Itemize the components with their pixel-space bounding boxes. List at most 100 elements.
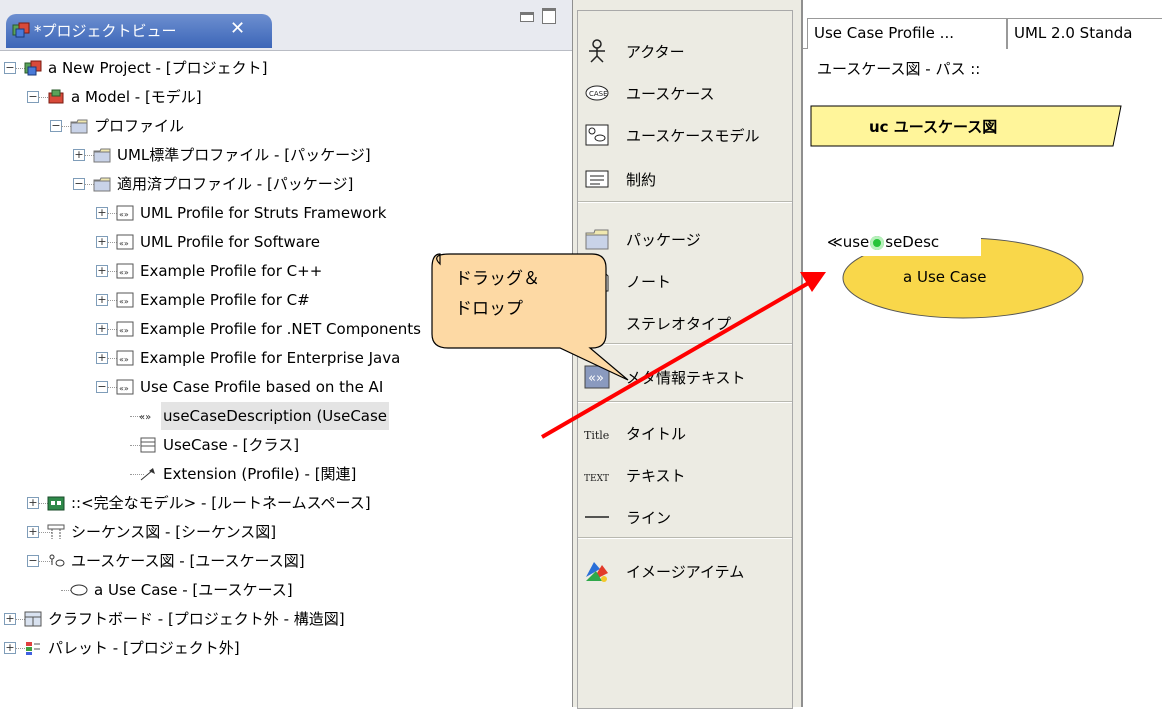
- palette-item-label: テキスト: [626, 467, 686, 485]
- palette-panel: アクター CASE ユースケースユースケースモデル 制約パッケージノート «» ステレオタ…: [573, 0, 802, 709]
- folder-icon: [93, 177, 111, 192]
- tree-node-label: useCaseDescription (UseCase: [161, 402, 390, 430]
- folder-icon: [93, 148, 111, 163]
- palette-item-label: アクター: [626, 43, 685, 61]
- minimize-icon[interactable]: [520, 12, 534, 22]
- tree-node-label: パレット - [プロジェクト外]: [48, 639, 240, 657]
- palette-item-package[interactable]: パッケージ: [578, 219, 788, 259]
- palette-item-label: ユースケースモデル: [626, 127, 760, 145]
- project-tree: − a New Project - [プロジェクト] − a Model - [モデル…: [0, 52, 572, 707]
- tab-use-case-profile[interactable]: Use Case Profile ...: [807, 18, 1007, 49]
- profile-icon: «»: [116, 263, 134, 279]
- palette-item-label: メタ情報テキスト: [626, 369, 746, 387]
- close-icon[interactable]: ✕: [230, 18, 245, 39]
- tree-node[interactable]: − a New Project - [プロジェクト]: [0, 54, 560, 82]
- svg-text:«»: «»: [119, 239, 129, 248]
- tree-node[interactable]: UseCase - [クラス]: [0, 431, 560, 459]
- tree-node[interactable]: − a Model - [モデル]: [0, 83, 560, 111]
- palette-item-image-item[interactable]: イメージアイテム: [578, 551, 788, 591]
- palette-item-label: 制約: [626, 171, 657, 189]
- palette-separator: [578, 401, 792, 403]
- usecase-model-icon: [585, 124, 609, 146]
- tree-node[interactable]: «» useCaseDescription (UseCase: [0, 402, 560, 430]
- note-icon: [586, 270, 609, 292]
- tab-uml-standard[interactable]: UML 2.0 Standa: [1007, 18, 1162, 49]
- tree-node-label: Example Profile for .NET Components: [140, 320, 421, 338]
- tree-node-label: a Use Case - [ユースケース]: [94, 581, 293, 599]
- palette-separator: [578, 537, 792, 539]
- model-icon: [48, 89, 64, 104]
- svg-text:«»: «»: [586, 316, 603, 332]
- palette-item-label: イメージアイテム: [626, 563, 745, 581]
- tree-node[interactable]: + UML標準プロファイル - [パッケージ]: [0, 141, 560, 169]
- profile-icon: «»: [116, 292, 134, 308]
- tree-node-label: Example Profile for Enterprise Java: [140, 349, 401, 367]
- palette-item-usecase[interactable]: CASE ユースケース: [578, 73, 788, 113]
- constraint-icon: [585, 170, 609, 188]
- palette-item-label: ライン: [626, 509, 672, 527]
- profile-icon: «»: [116, 350, 134, 366]
- callout-line-2: ドロップ: [455, 299, 523, 319]
- tree-node[interactable]: + クラフトボード - [プロジェクト外 - 構造図]: [0, 605, 560, 633]
- tree-node-label: Use Case Profile based on the AI: [140, 378, 384, 396]
- palette-item-label: ノート: [626, 273, 672, 291]
- tree-node-label: Example Profile for C++: [140, 262, 323, 280]
- sequence-diagram-icon: [47, 524, 65, 539]
- stereotype-icon: «»: [139, 412, 151, 423]
- palette-item-meta-info-text[interactable]: «» メタ情報テキスト: [578, 357, 788, 397]
- palette-item-title[interactable]: Title タイトル: [578, 413, 788, 453]
- tree-node[interactable]: +::<完全なモデル> - [ルートネームスペース]: [0, 489, 560, 517]
- palette-item-constraint[interactable]: 制約: [578, 159, 788, 199]
- usecase-icon: [70, 584, 88, 596]
- tree-node[interactable]: − ユースケース図 - [ユースケース図]: [0, 547, 560, 575]
- class-icon: [140, 437, 156, 453]
- palette-item-label: ユースケース: [626, 85, 715, 103]
- palette-item-actor[interactable]: アクター: [578, 31, 788, 71]
- tree-node[interactable]: − プロファイル: [0, 112, 560, 140]
- tree-node-label: ::<完全なモデル> - [ルートネームスペース]: [71, 494, 371, 512]
- tree-node[interactable]: + «» UML Profile for Struts Framework: [0, 199, 560, 227]
- tree-node-label: Example Profile for C#: [140, 291, 310, 309]
- tree-node-label: UseCase - [クラス]: [163, 436, 300, 454]
- svg-text:«»: «»: [119, 268, 129, 277]
- profile-icon: «»: [116, 205, 134, 221]
- extension-icon: [140, 468, 155, 481]
- project-icon: [24, 60, 42, 76]
- callout-text: ドラッグ＆ ドロップ: [455, 264, 540, 324]
- stereotype-label: ≪use seDesc: [827, 228, 981, 256]
- project-view-title: *プロジェクトビュー: [34, 22, 177, 40]
- tree-node-label: ユースケース図 - [ユースケース図]: [71, 552, 305, 570]
- tree-node-label: Extension (Profile) - [関連]: [163, 465, 357, 483]
- callout-line-1: ドラッグ＆: [455, 269, 540, 289]
- maximize-icon[interactable]: [542, 8, 556, 24]
- profile-icon: «»: [116, 321, 134, 337]
- tree-node[interactable]: + «» Example Profile for Enterprise Java: [0, 344, 560, 372]
- tree-node[interactable]: − 適用済プロファイル - [パッケージ]: [0, 170, 560, 198]
- meta-info-text-icon: «»: [584, 365, 610, 389]
- svg-text:«»: «»: [119, 210, 129, 219]
- usecase-name: a Use Case: [903, 268, 987, 286]
- tree-node[interactable]: + シーケンス図 - [シーケンス図]: [0, 518, 560, 546]
- project-view-tab[interactable]: *プロジェクトビュー ✕: [6, 14, 272, 48]
- palette-item-text[interactable]: TEXT テキスト: [578, 455, 788, 495]
- namespace-icon: [47, 496, 65, 511]
- svg-text:«»: «»: [588, 371, 604, 386]
- image-item-icon: [586, 562, 608, 582]
- tree-node[interactable]: + «» UML Profile for Software: [0, 228, 560, 256]
- palette-icon: [26, 642, 40, 655]
- tree-node-label: シーケンス図 - [シーケンス図]: [71, 523, 277, 541]
- palette-item-stereotype[interactable]: «» ステレオタイプ: [578, 303, 788, 343]
- palette-item-usecase-model[interactable]: ユースケースモデル: [578, 115, 788, 155]
- tree-node[interactable]: − «» Use Case Profile based on the AI: [0, 373, 560, 401]
- drop-target-icon: [870, 235, 885, 250]
- tree-node[interactable]: Extension (Profile) - [関連]: [0, 460, 560, 488]
- svg-text:«»: «»: [119, 326, 129, 335]
- usecase-icon: CASE: [585, 85, 609, 101]
- palette-item-line[interactable]: ライン: [578, 497, 788, 537]
- line-icon: [585, 516, 609, 518]
- tree-node[interactable]: + パレット - [プロジェクト外]: [0, 634, 560, 662]
- palette-item-note[interactable]: ノート: [578, 261, 788, 301]
- usecase-diagram-icon: [49, 554, 65, 567]
- project-icon: [12, 22, 30, 38]
- tree-node[interactable]: a Use Case - [ユースケース]: [0, 576, 560, 604]
